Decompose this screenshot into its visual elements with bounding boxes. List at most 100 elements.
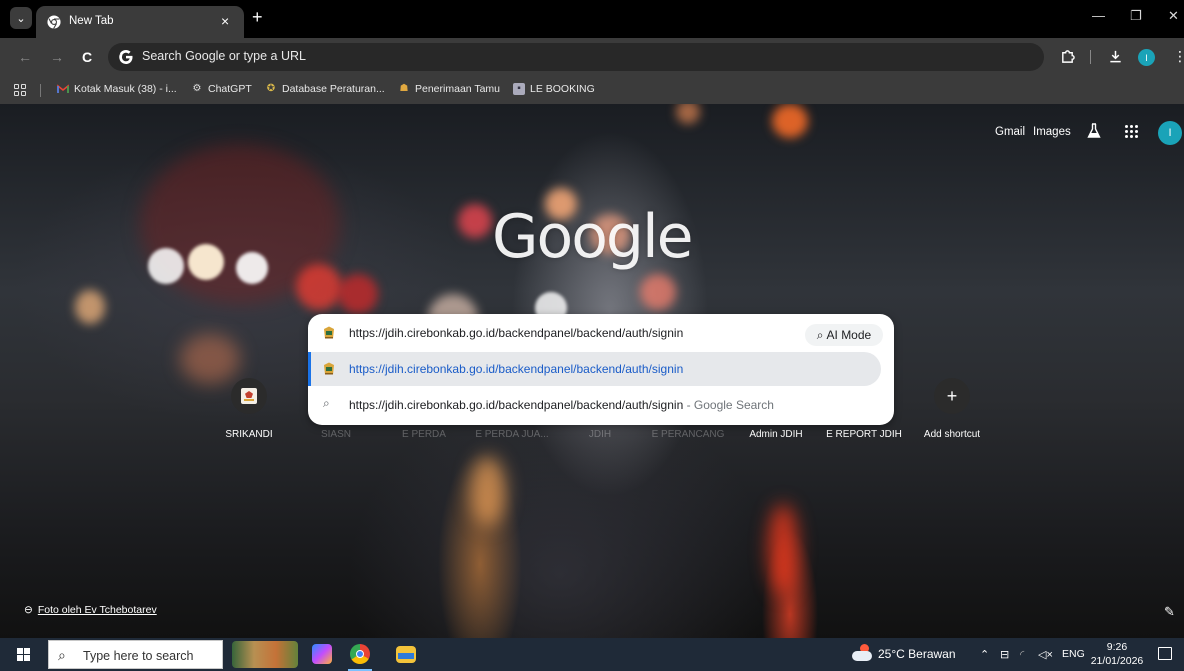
screen: ⌄ New Tab × + — ❐ ✕ ← → C Search Google … (0, 0, 1184, 671)
toolbar: ← → C Search Google or type a URL I ⋮ (0, 38, 1184, 76)
taskbar-search-box[interactable]: ⌕ Type here to search (48, 640, 223, 669)
suggestion-line: https://jdih.cirebonkab.go.id/backendpan… (349, 398, 774, 412)
volume-muted-icon[interactable]: ◁× (1038, 648, 1053, 661)
file-explorer-icon[interactable] (396, 646, 416, 663)
download-icon[interactable] (1108, 49, 1123, 64)
link-icon: ⊖ (24, 604, 33, 616)
chevron-down-icon: ⌄ (16, 12, 26, 25)
taskbar-search-placeholder: Type here to search (83, 649, 194, 663)
site-favicon-icon (324, 362, 334, 375)
forward-icon[interactable]: → (50, 48, 64, 66)
database-icon: ✪ (266, 83, 276, 94)
bookmark-label: Database Peraturan... (282, 83, 385, 95)
search-input[interactable]: https://jdih.cirebonkab.go.id/backendpan… (349, 326, 683, 340)
bookmark-le-booking[interactable]: ▪ LE BOOKING (513, 83, 595, 95)
back-icon[interactable]: ← (18, 48, 32, 66)
ai-mode-button[interactable]: ⌕ AI Mode (805, 324, 883, 346)
shortcut-label[interactable]: E PERDA (382, 429, 466, 440)
shortcut-label[interactable]: Admin JDIH (734, 429, 818, 440)
chatgpt-icon: ⚙ (192, 83, 202, 94)
menu-icon[interactable]: ⋮ (1173, 47, 1184, 65)
shortcut-label[interactable]: E REPORT JDIH (822, 429, 906, 440)
shortcut-srikandi-tile[interactable] (231, 378, 267, 414)
clock-date: 21/01/2026 (1090, 655, 1144, 667)
notification-icon[interactable] (1158, 647, 1172, 660)
search-icon: ⌕ (323, 396, 330, 410)
gmail-icon (57, 84, 69, 93)
clock[interactable]: 9:26 21/01/2026 (1090, 640, 1144, 668)
weather-text: 25°C Berawan (878, 647, 956, 661)
windows-start-icon[interactable] (17, 648, 31, 662)
srikandi-logo-icon (241, 388, 257, 404)
guest-icon: ☗ (399, 83, 409, 94)
apps-grid-icon[interactable] (14, 84, 26, 96)
labs-flask-icon[interactable] (1087, 123, 1101, 139)
language-indicator[interactable]: ENG (1062, 648, 1085, 660)
wifi-icon[interactable]: ◜ (1020, 648, 1024, 661)
weather-widget[interactable]: 25°C Berawan (852, 644, 956, 661)
address-placeholder: Search Google or type a URL (142, 49, 306, 63)
bookmark-penerimaan-tamu[interactable]: ☗ Penerimaan Tamu (398, 83, 501, 95)
images-link[interactable]: Images (1033, 126, 1071, 138)
suggestion-text: https://jdih.cirebonkab.go.id/backendpan… (349, 362, 684, 376)
shortcut-label[interactable]: Add shortcut (910, 429, 994, 440)
shortcut-label[interactable]: JDIH (558, 429, 642, 440)
close-window-button[interactable]: ✕ (1168, 8, 1179, 24)
photo-credit[interactable]: ⊖ Foto oleh Ev Tchebotarev (24, 604, 157, 616)
bookmark-label: ChatGPT (208, 83, 252, 95)
suggestion-suffix: - Google Search (683, 398, 774, 412)
new-tab-page: Gmail Images I Google SRIKANDI SIASN E P… (0, 104, 1184, 638)
suggestion-url[interactable]: https://jdih.cirebonkab.go.id/backendpan… (308, 352, 881, 386)
account-avatar[interactable]: I (1158, 121, 1182, 145)
tab-new-tab[interactable]: New Tab × (36, 6, 244, 38)
tab-search-button[interactable]: ⌄ (10, 7, 32, 29)
reload-icon[interactable]: C (82, 48, 92, 66)
shortcut-label[interactable]: SIASN (294, 429, 378, 440)
suggestion-search[interactable]: ⌕ https://jdih.cirebonkab.go.id/backendp… (308, 388, 894, 422)
bookmark-label: Penerimaan Tamu (415, 83, 501, 95)
tab-title: New Tab (69, 15, 114, 27)
tab-strip: ⌄ New Tab × + — ❐ ✕ (0, 0, 1184, 38)
tray-chevron-icon[interactable]: ⌃ (980, 648, 989, 661)
tray-app-icon[interactable]: ⊟ (1000, 648, 1009, 661)
chrome-taskbar-icon[interactable] (350, 644, 370, 664)
restore-button[interactable]: ❐ (1130, 8, 1142, 24)
search-autocomplete: https://jdih.cirebonkab.go.id/backendpan… (308, 314, 894, 425)
bookmark-label: Kotak Masuk (38) - i... (74, 83, 177, 95)
ai-mode-icon: ⌕ (816, 327, 824, 342)
bookmark-database[interactable]: ✪ Database Peraturan... (265, 83, 385, 95)
photo-credit-text: Foto oleh Ev Tchebotarev (37, 604, 157, 616)
site-favicon-icon (324, 326, 334, 339)
google-g-icon (119, 50, 133, 64)
toolbar-divider (1090, 50, 1091, 64)
close-tab-icon[interactable]: × (221, 13, 229, 29)
google-apps-icon[interactable] (1125, 125, 1139, 139)
extensions-icon[interactable] (1060, 49, 1075, 64)
add-shortcut-button[interactable]: + (934, 378, 970, 414)
bookmark-chatgpt[interactable]: ⚙ ChatGPT (191, 83, 252, 95)
gmail-link[interactable]: Gmail (995, 126, 1025, 138)
chrome-icon (47, 15, 61, 29)
bookmarks-divider (40, 84, 41, 97)
search-highlight-image[interactable] (232, 641, 298, 668)
bookmark-gmail[interactable]: Kotak Masuk (38) - i... (57, 83, 177, 95)
ai-mode-label: AI Mode (826, 328, 872, 342)
customize-pencil-icon[interactable]: ✎ (1164, 604, 1175, 620)
search-icon: ⌕ (58, 647, 66, 663)
shortcut-label[interactable]: E PERANCANG (646, 429, 730, 440)
new-tab-button[interactable]: + (252, 7, 263, 27)
search-input-row[interactable]: https://jdih.cirebonkab.go.id/backendpan… (308, 316, 894, 350)
minimize-button[interactable]: — (1092, 8, 1105, 24)
bookmarks-bar: Kotak Masuk (38) - i... ⚙ ChatGPT ✪ Data… (0, 76, 1184, 104)
address-bar[interactable]: Search Google or type a URL (108, 43, 1044, 71)
profile-avatar[interactable]: I (1138, 49, 1155, 66)
bookmark-label: LE BOOKING (530, 83, 595, 95)
suggestion-text: https://jdih.cirebonkab.go.id/backendpan… (349, 398, 684, 412)
booking-icon: ▪ (513, 83, 525, 95)
plus-icon: + (946, 385, 958, 406)
google-logo: Google (492, 202, 694, 272)
shortcut-label[interactable]: E PERDA JUA... (470, 429, 554, 440)
copilot-icon[interactable] (312, 644, 332, 664)
clock-time: 9:26 (1106, 641, 1128, 653)
shortcut-label[interactable]: SRIKANDI (207, 429, 291, 440)
